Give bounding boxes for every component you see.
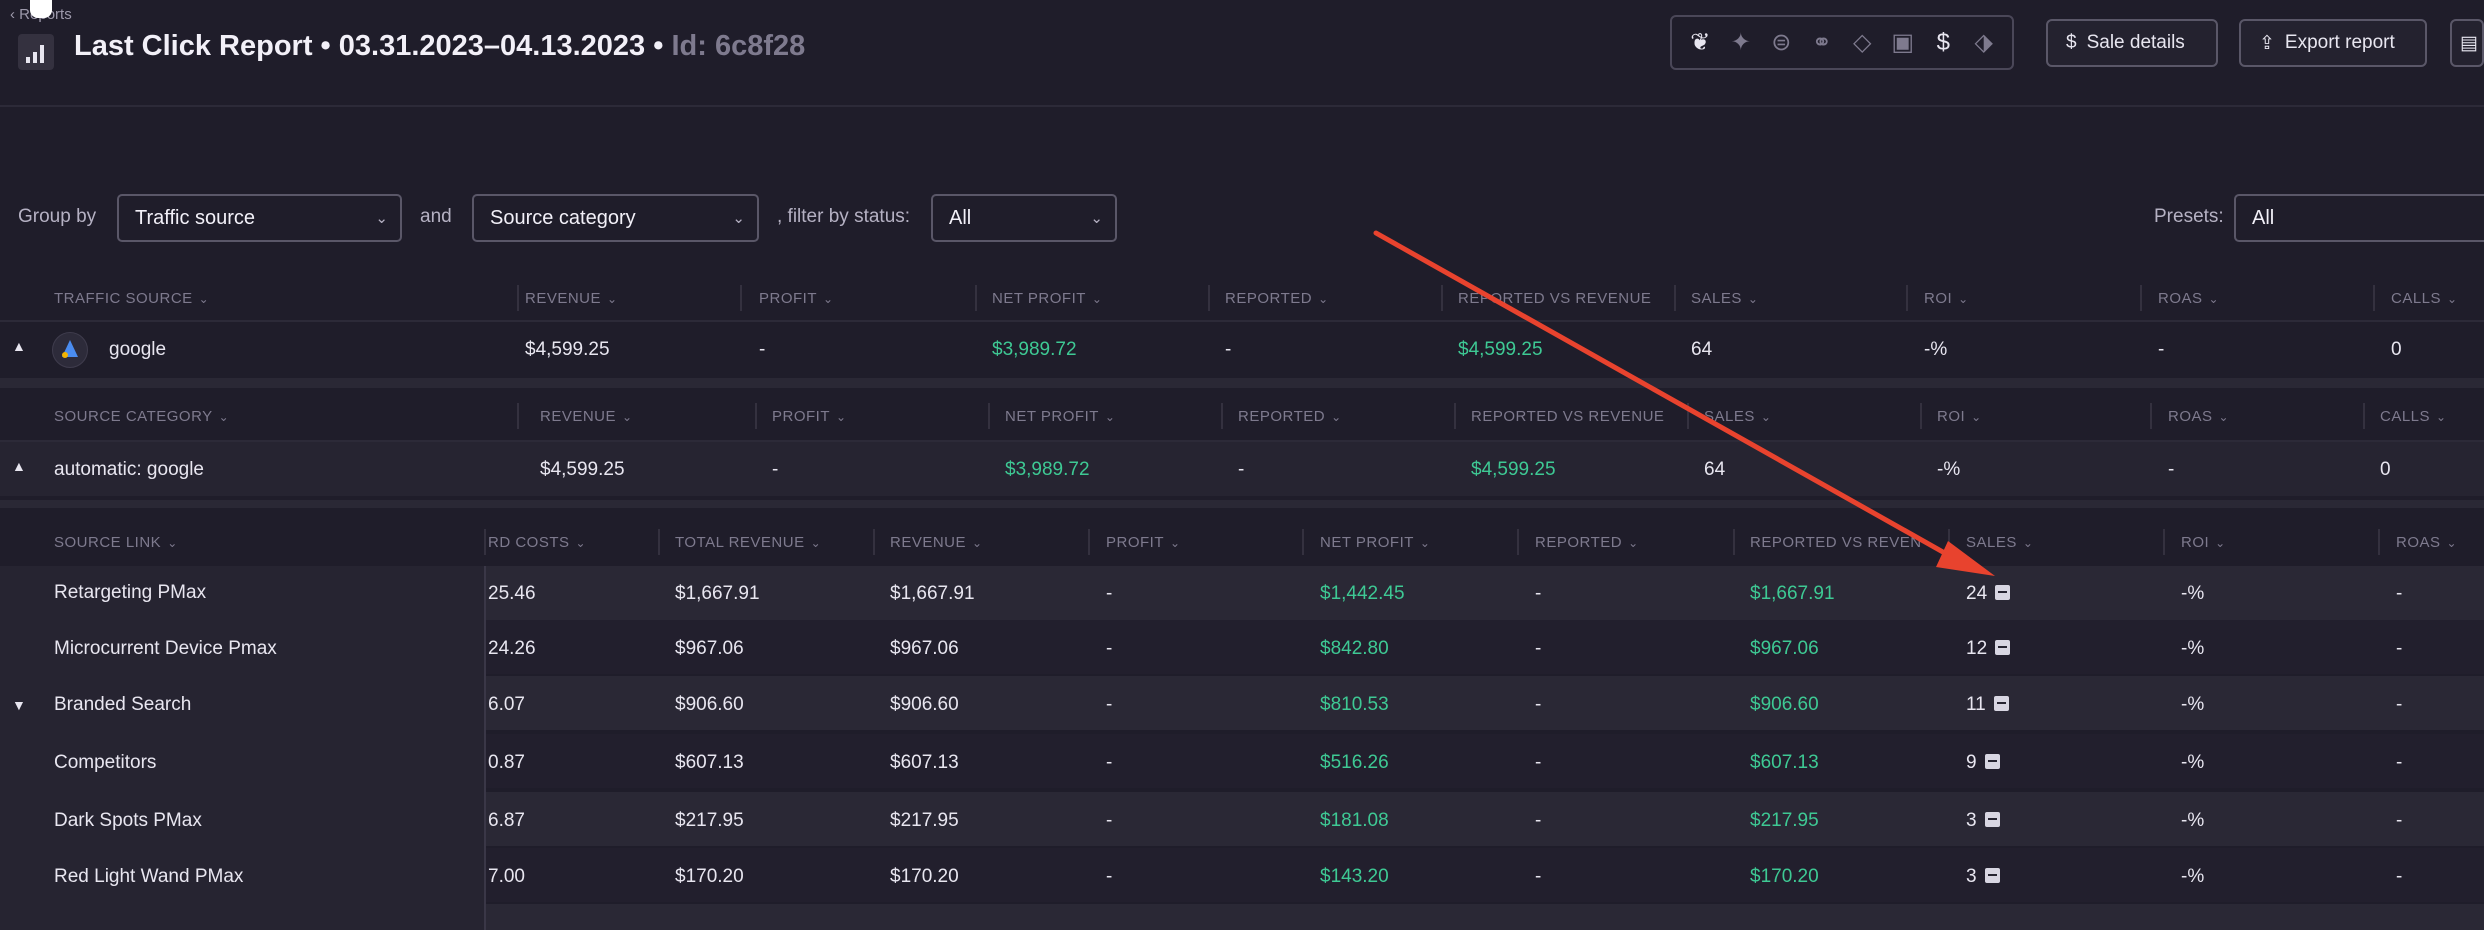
- annotation-arrow: [1373, 230, 1995, 576]
